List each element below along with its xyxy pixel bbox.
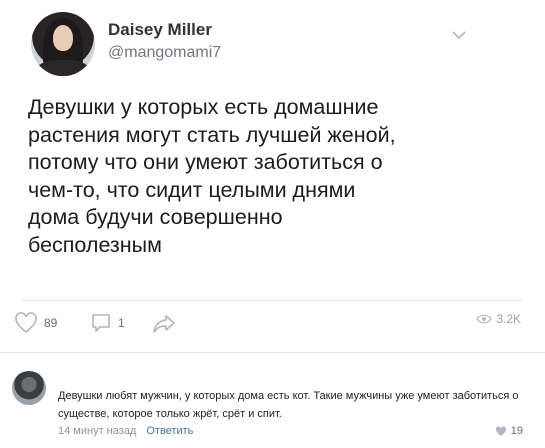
views-counter: 3.2K — [476, 312, 521, 326]
author-handle[interactable]: @mangomami7 — [108, 44, 221, 62]
post-text: Девушки у которых есть домашние растения… — [28, 95, 396, 257]
comment-button[interactable]: 1 — [90, 312, 125, 334]
author-name[interactable]: Daisey Miller — [108, 20, 212, 40]
post-separator — [22, 300, 522, 301]
comment-time: 14 минут назад — [58, 425, 137, 437]
avatar-face — [53, 25, 73, 51]
comment-like-button[interactable]: 19 — [495, 425, 523, 437]
heart-icon — [495, 425, 506, 436]
avatar-shoulder — [35, 60, 91, 76]
views-count: 3.2K — [496, 312, 521, 326]
share-button[interactable] — [152, 312, 176, 334]
like-count: 89 — [44, 316, 58, 330]
post-actions: 89 1 3.2K — [0, 312, 545, 336]
commenter-avatar[interactable] — [12, 371, 46, 405]
comment-icon — [92, 314, 110, 332]
post: Daisey Miller @mangomami7 Девушки у кото… — [0, 0, 545, 352]
author-avatar[interactable] — [31, 12, 95, 76]
heart-icon — [15, 312, 37, 334]
eye-icon — [476, 314, 493, 324]
like-button[interactable]: 89 — [14, 312, 57, 334]
comment-like-count: 19 — [510, 425, 523, 437]
comment-count: 1 — [118, 316, 125, 330]
comment-meta: 14 минут назад Ответить — [58, 425, 193, 437]
reply-button[interactable]: Ответить — [146, 425, 193, 437]
chevron-down-icon[interactable] — [452, 30, 466, 40]
comment-text: Девушки любят мужчин, у которых дома ест… — [58, 390, 519, 420]
share-arrow-icon — [153, 315, 175, 333]
comment: Девушки любят мужчин, у которых дома ест… — [0, 353, 545, 448]
